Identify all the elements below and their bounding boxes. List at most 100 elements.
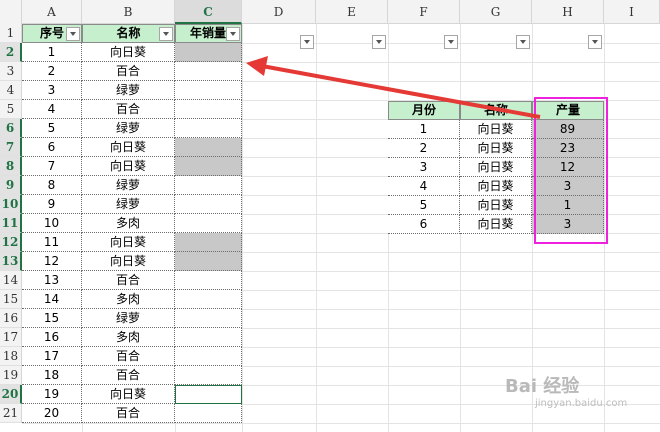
cell-name[interactable]: 绿萝 <box>82 176 175 195</box>
cell-annual-sales[interactable] <box>175 328 242 347</box>
row-header-20[interactable]: 20 <box>0 385 22 404</box>
cell-name[interactable]: 向日葵 <box>82 252 175 271</box>
cell-name[interactable]: 百合 <box>82 62 175 81</box>
cell-name[interactable]: 百合 <box>82 347 175 366</box>
row-header-7[interactable]: 7 <box>0 138 22 157</box>
cell-serial[interactable]: 18 <box>22 366 82 385</box>
cell-serial[interactable]: 8 <box>22 176 82 195</box>
cell-annual-sales[interactable] <box>175 309 242 328</box>
cell-name[interactable]: 向日葵 <box>460 177 532 196</box>
column-header-f[interactable]: F <box>388 0 460 24</box>
row-header-17[interactable]: 17 <box>0 328 22 347</box>
cell-name[interactable]: 绿萝 <box>82 195 175 214</box>
row-header-3[interactable]: 3 <box>0 62 22 81</box>
cell-month[interactable]: 1 <box>388 120 460 139</box>
column-header-b[interactable]: B <box>82 0 175 24</box>
cell-annual-sales[interactable] <box>175 43 242 62</box>
cell-annual-sales[interactable] <box>175 404 242 423</box>
cell-name[interactable]: 绿萝 <box>82 81 175 100</box>
cell-name[interactable]: 向日葵 <box>460 215 532 234</box>
cell-name[interactable]: 向日葵 <box>82 157 175 176</box>
cell-serial[interactable]: 9 <box>22 195 82 214</box>
cell-annual-sales[interactable] <box>175 119 242 138</box>
cell-name[interactable]: 多肉 <box>82 328 175 347</box>
cell-name[interactable]: 向日葵 <box>82 233 175 252</box>
filter-dropdown-empty-8[interactable] <box>588 35 602 49</box>
cell-serial[interactable]: 4 <box>22 100 82 119</box>
cell-name[interactable]: 百合 <box>82 366 175 385</box>
cell-month[interactable]: 2 <box>388 139 460 158</box>
cell-name[interactable]: 百合 <box>82 404 175 423</box>
cell-serial[interactable]: 10 <box>22 214 82 233</box>
column-header-c[interactable]: C <box>175 0 242 24</box>
cell-month[interactable]: 4 <box>388 177 460 196</box>
cell-serial[interactable]: 5 <box>22 119 82 138</box>
cell-annual-sales[interactable] <box>175 347 242 366</box>
cell-serial[interactable]: 1 <box>22 43 82 62</box>
cell-name[interactable]: 百合 <box>82 100 175 119</box>
filter-dropdown-empty-7[interactable] <box>516 35 530 49</box>
cell-annual-sales[interactable] <box>175 157 242 176</box>
cell-annual-sales[interactable] <box>175 62 242 81</box>
row-header-13[interactable]: 13 <box>0 252 22 271</box>
cell-serial[interactable]: 12 <box>22 252 82 271</box>
cell-serial[interactable]: 14 <box>22 290 82 309</box>
row-header-21[interactable]: 21 <box>0 404 22 423</box>
column-header-h[interactable]: H <box>532 0 604 24</box>
cell-month[interactable]: 3 <box>388 158 460 177</box>
cell-annual-sales[interactable] <box>175 290 242 309</box>
cell-annual-sales[interactable] <box>175 81 242 100</box>
column-header-e[interactable]: E <box>316 0 388 24</box>
column-header-i[interactable]: I <box>604 0 660 24</box>
row-header-9[interactable]: 9 <box>0 176 22 195</box>
cell-serial[interactable]: 13 <box>22 271 82 290</box>
cell-name[interactable]: 百合 <box>82 271 175 290</box>
cell-serial[interactable]: 6 <box>22 138 82 157</box>
column-header-d[interactable]: D <box>242 0 316 24</box>
cell-serial[interactable]: 17 <box>22 347 82 366</box>
cell-name[interactable]: 绿萝 <box>82 119 175 138</box>
cell-annual-sales[interactable] <box>175 233 242 252</box>
row-header-10[interactable]: 10 <box>0 195 22 214</box>
row-header-18[interactable]: 18 <box>0 347 22 366</box>
cell-month[interactable]: 5 <box>388 196 460 215</box>
row-header-19[interactable]: 19 <box>0 366 22 385</box>
cell-name[interactable]: 绿萝 <box>82 309 175 328</box>
row-header-5[interactable]: 5 <box>0 100 22 119</box>
row-header-8[interactable]: 8 <box>0 157 22 176</box>
cell-month[interactable]: 6 <box>388 215 460 234</box>
cell-serial[interactable]: 7 <box>22 157 82 176</box>
row-header-6[interactable]: 6 <box>0 119 22 138</box>
filter-dropdown-empty-4[interactable] <box>300 35 314 49</box>
cell-annual-sales[interactable] <box>175 195 242 214</box>
cell-name[interactable]: 向日葵 <box>82 43 175 62</box>
cell-annual-sales[interactable] <box>175 100 242 119</box>
cell-name[interactable]: 多肉 <box>82 290 175 309</box>
cell-serial[interactable]: 16 <box>22 328 82 347</box>
row-header-14[interactable]: 14 <box>0 271 22 290</box>
row-header-16[interactable]: 16 <box>0 309 22 328</box>
cell-serial[interactable]: 15 <box>22 309 82 328</box>
filter-dropdown-2[interactable] <box>159 27 173 41</box>
cell-serial[interactable]: 11 <box>22 233 82 252</box>
cell-annual-sales[interactable] <box>175 271 242 290</box>
cell-name[interactable]: 多肉 <box>82 214 175 233</box>
row-header-1[interactable]: 1 <box>0 24 22 43</box>
cell-serial[interactable]: 3 <box>22 81 82 100</box>
side-table-header-1[interactable]: 月份 <box>388 101 460 120</box>
cell-serial[interactable]: 19 <box>22 385 82 404</box>
cell-name[interactable]: 向日葵 <box>460 139 532 158</box>
cell-serial[interactable]: 20 <box>22 404 82 423</box>
cell-name[interactable]: 向日葵 <box>82 138 175 157</box>
filter-dropdown-3[interactable] <box>226 27 240 41</box>
cell-annual-sales[interactable] <box>175 252 242 271</box>
column-header-g[interactable]: G <box>460 0 532 24</box>
cell-name[interactable]: 向日葵 <box>460 196 532 215</box>
row-header-2[interactable]: 2 <box>0 43 22 62</box>
filter-dropdown-empty-5[interactable] <box>372 35 386 49</box>
row-header-15[interactable]: 15 <box>0 290 22 309</box>
row-header-4[interactable]: 4 <box>0 81 22 100</box>
filter-dropdown-1[interactable] <box>66 27 80 41</box>
cell-serial[interactable]: 2 <box>22 62 82 81</box>
side-table-header-2[interactable]: 名称 <box>460 101 532 120</box>
